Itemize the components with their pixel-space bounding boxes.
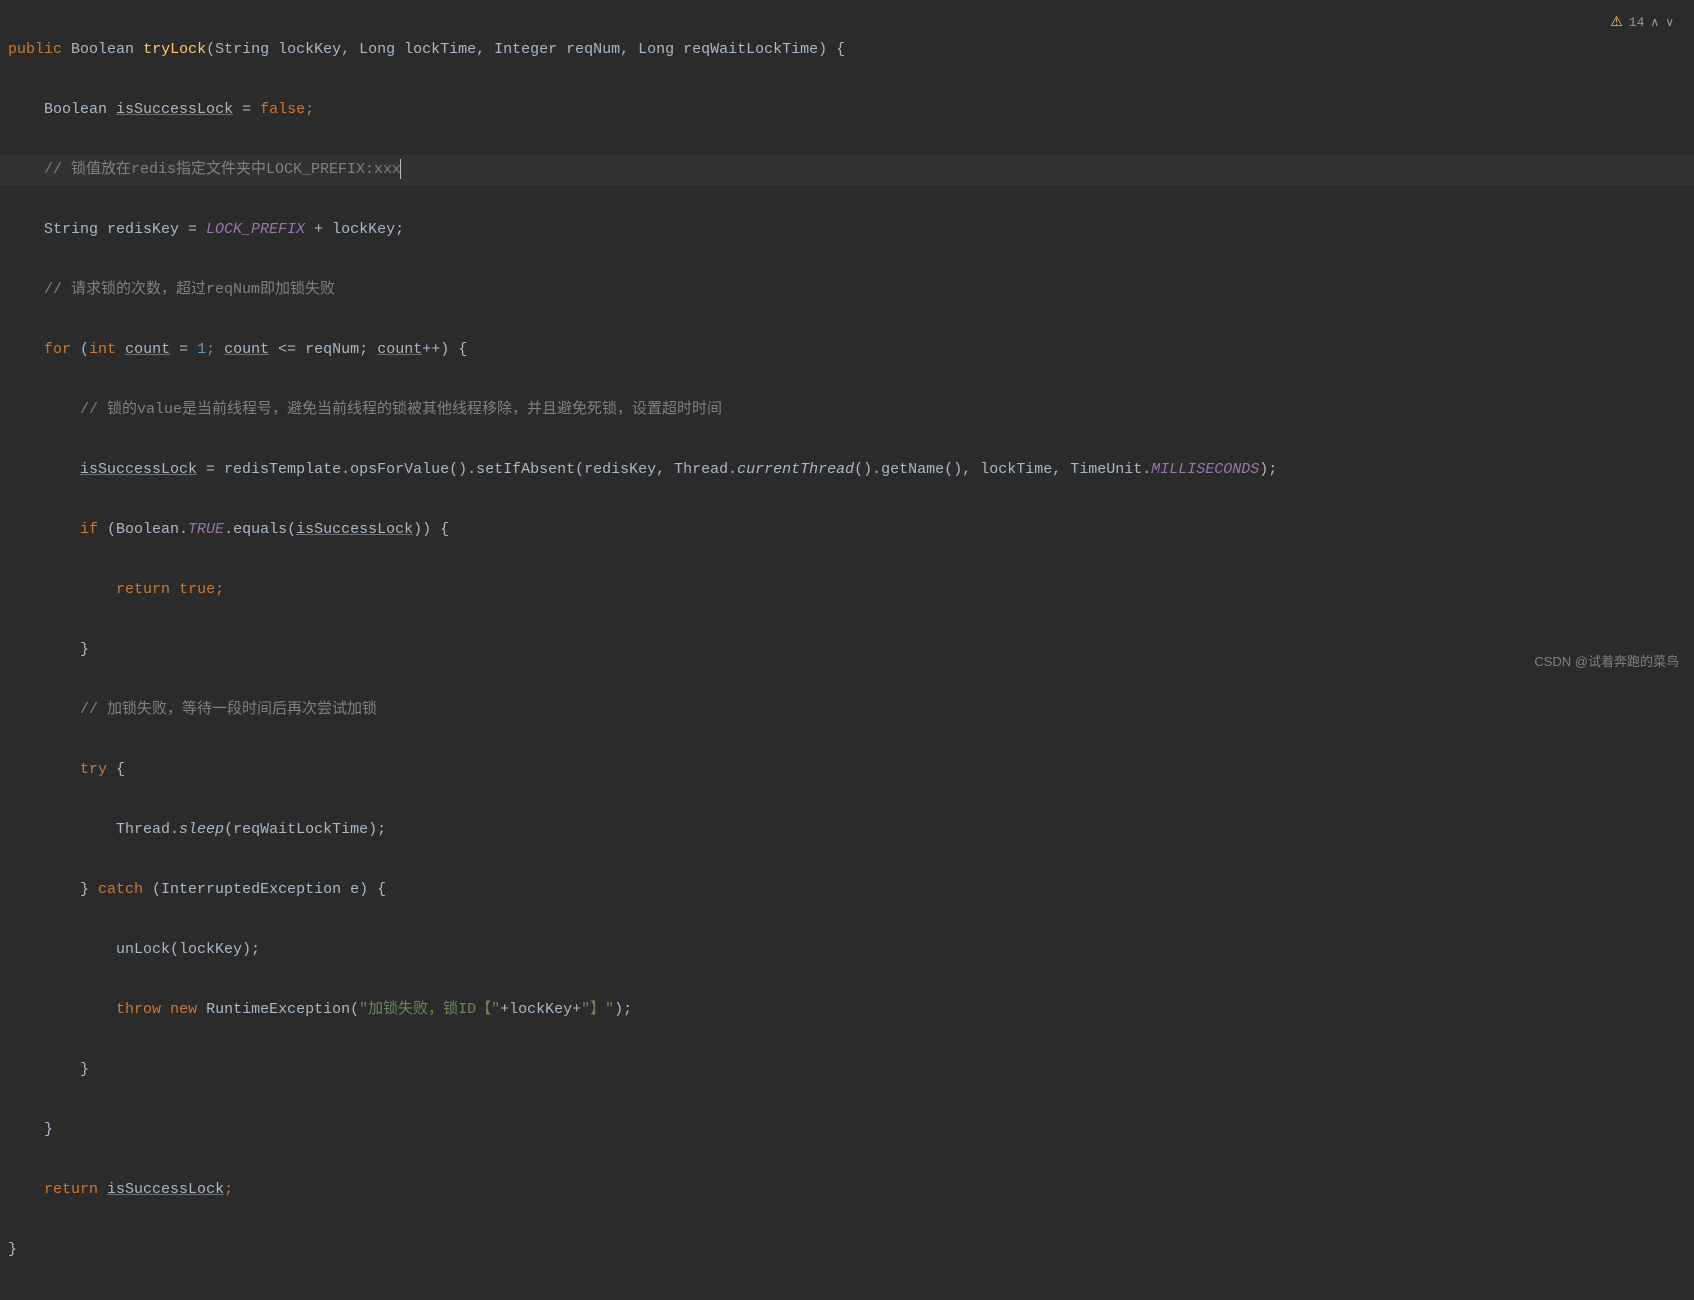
- code-text: RuntimeException(: [206, 1001, 359, 1018]
- method-name: tryLock: [143, 41, 206, 58]
- code-line-current: // 锁值放在redis指定文件夹中LOCK_PREFIX:xxx: [0, 155, 1694, 185]
- variable: isSuccessLock: [296, 521, 413, 538]
- space: [116, 341, 125, 358]
- signature: (String lockKey, Long lockTime, Integer …: [206, 41, 845, 58]
- code-line: // 请求锁的次数，超过reqNum即加锁失败: [0, 275, 1694, 305]
- punct: ++) {: [422, 341, 467, 358]
- code-line: throw new RuntimeException("加锁失败，锁ID【"+l…: [0, 995, 1694, 1025]
- keyword: for: [44, 341, 71, 358]
- space: [170, 581, 179, 598]
- static-method: currentThread: [737, 461, 854, 478]
- brace: {: [107, 761, 125, 778]
- code-line: }: [0, 1115, 1694, 1145]
- keyword: int: [89, 341, 116, 358]
- code-text: (Boolean.: [98, 521, 188, 538]
- punct: (: [71, 341, 89, 358]
- code-line: }: [0, 1235, 1694, 1265]
- variable: count: [125, 341, 170, 358]
- brace: }: [8, 1241, 17, 1258]
- code-text: (reqWaitLockTime);: [224, 821, 386, 838]
- watermark: CSDN @试着奔跑的菜鸟: [1534, 647, 1679, 677]
- brace: }: [44, 1121, 53, 1138]
- operator: =: [233, 101, 260, 118]
- code-text: Thread.: [116, 821, 179, 838]
- code-line: try {: [0, 755, 1694, 785]
- code-text: ().getName(), lockTime, TimeUnit.: [854, 461, 1151, 478]
- keyword: throw: [116, 1001, 161, 1018]
- space: [98, 1181, 107, 1198]
- code-editor[interactable]: public Boolean tryLock(String lockKey, L…: [0, 0, 1694, 1300]
- code-line: }: [0, 635, 1694, 665]
- warning-count: 14: [1629, 8, 1645, 38]
- space: [197, 1001, 206, 1018]
- punct: );: [614, 1001, 632, 1018]
- code-line: }: [0, 1055, 1694, 1085]
- comment: // 锁值放在redis指定文件夹中LOCK_PREFIX:xxx: [44, 161, 401, 178]
- punct: ;: [215, 581, 224, 598]
- code-text: (InterruptedException e) {: [143, 881, 386, 898]
- code-line: Boolean isSuccessLock = false;: [0, 95, 1694, 125]
- brace: }: [80, 641, 89, 658]
- code-text: .equals(: [224, 521, 296, 538]
- operator: =: [170, 341, 197, 358]
- operator: <= reqNum;: [269, 341, 377, 358]
- punct: )) {: [413, 521, 449, 538]
- keyword: public: [8, 41, 62, 58]
- keyword: true: [179, 581, 215, 598]
- variable: isSuccessLock: [116, 101, 233, 118]
- brace: }: [80, 1061, 89, 1078]
- constant: MILLISECONDS: [1151, 461, 1259, 478]
- code-text: = redisTemplate.opsForValue().setIfAbsen…: [197, 461, 737, 478]
- code-line: unLock(lockKey);: [0, 935, 1694, 965]
- code-line: String redisKey = LOCK_PREFIX + lockKey;: [0, 215, 1694, 245]
- code-line: return isSuccessLock;: [0, 1175, 1694, 1205]
- constant: TRUE: [188, 521, 224, 538]
- code-line: // 加锁失败，等待一段时间后再次尝试加锁: [0, 695, 1694, 725]
- punct: ;: [206, 341, 224, 358]
- keyword: return: [116, 581, 170, 598]
- code-line: // 锁的value是当前线程号，避免当前线程的锁被其他线程移除，并且避免死锁，…: [0, 395, 1694, 425]
- type: Boolean: [71, 41, 134, 58]
- static-method: sleep: [179, 821, 224, 838]
- string: "】": [581, 1001, 614, 1018]
- keyword: if: [80, 521, 98, 538]
- warning-triangle-icon: ⚠: [1610, 8, 1623, 38]
- punct: );: [1259, 461, 1277, 478]
- code-line: isSuccessLock = redisTemplate.opsForValu…: [0, 455, 1694, 485]
- type: Boolean: [44, 101, 107, 118]
- code-line: if (Boolean.TRUE.equals(isSuccessLock)) …: [0, 515, 1694, 545]
- code-line: for (int count = 1; count <= reqNum; cou…: [0, 335, 1694, 365]
- keyword: catch: [98, 881, 143, 898]
- comment: // 加锁失败，等待一段时间后再次尝试加锁: [80, 701, 377, 718]
- brace: }: [80, 881, 98, 898]
- keyword: new: [170, 1001, 197, 1018]
- code-line: Thread.sleep(reqWaitLockTime);: [0, 815, 1694, 845]
- string: "加锁失败，锁ID【": [359, 1001, 500, 1018]
- chevron-up-icon[interactable]: ∧: [1650, 8, 1659, 38]
- comment: // 请求锁的次数，超过reqNum即加锁失败: [44, 281, 335, 298]
- keyword: false: [260, 101, 305, 118]
- chevron-down-icon[interactable]: ∨: [1665, 8, 1674, 38]
- variable: count: [224, 341, 269, 358]
- constant: LOCK_PREFIX: [206, 221, 305, 238]
- keyword: return: [44, 1181, 98, 1198]
- variable: isSuccessLock: [80, 461, 197, 478]
- punct: ;: [305, 101, 314, 118]
- warning-badge[interactable]: ⚠ 14 ∧ ∨: [1610, 8, 1674, 38]
- cursor: [400, 159, 401, 179]
- comment: // 锁的value是当前线程号，避免当前线程的锁被其他线程移除，并且避免死锁，…: [80, 401, 722, 418]
- keyword: try: [80, 761, 107, 778]
- variable: isSuccessLock: [107, 1181, 224, 1198]
- code-line: } catch (InterruptedException e) {: [0, 875, 1694, 905]
- code-text: String redisKey =: [44, 221, 206, 238]
- punct: ;: [224, 1181, 233, 1198]
- code-text: +lockKey+: [500, 1001, 581, 1018]
- code-line: public Boolean tryLock(String lockKey, L…: [0, 35, 1694, 65]
- code-text: unLock(lockKey);: [116, 941, 260, 958]
- space: [161, 1001, 170, 1018]
- code-text: + lockKey;: [305, 221, 404, 238]
- variable: count: [377, 341, 422, 358]
- code-line: return true;: [0, 575, 1694, 605]
- number: 1: [197, 341, 206, 358]
